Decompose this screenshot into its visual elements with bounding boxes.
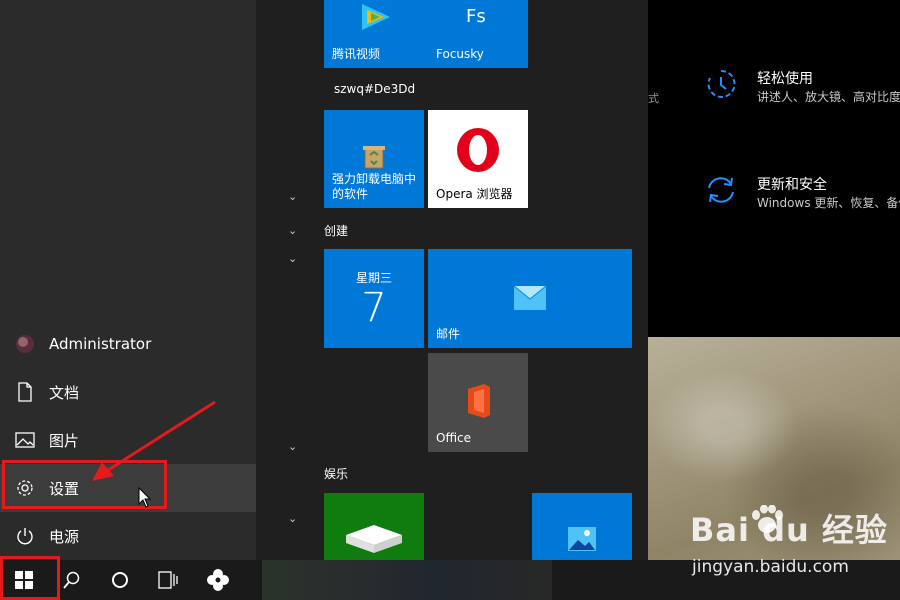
focusky-icon: Fs (466, 6, 486, 27)
tile-group-header[interactable]: szwq#De3Dd (334, 82, 415, 96)
collapse-chevron-icon[interactable]: ⌄ (288, 224, 297, 237)
xbox-console-icon (346, 525, 402, 553)
rail-item-user[interactable]: Administrator (0, 320, 256, 368)
rail-item-pictures[interactable]: 图片 (0, 416, 256, 464)
rail-label-pictures: 图片 (49, 431, 80, 450)
tile-xbox[interactable] (324, 493, 424, 560)
settings-item-title: 轻松使用 (757, 71, 813, 87)
rail-item-power[interactable]: 电源 (0, 512, 256, 560)
tile-office[interactable]: Office (428, 353, 528, 452)
rail-label-power: 电源 (49, 527, 80, 546)
cortana-button[interactable] (96, 560, 144, 600)
picture-icon (14, 429, 36, 451)
collapse-chevron-icon[interactable]: ⌄ (288, 512, 297, 525)
tile-focusky[interactable]: Fs Focusky (428, 0, 528, 68)
tile-label: 邮件 (436, 327, 461, 341)
settings-item-title: 更新和安全 (757, 177, 827, 193)
opera-logo-icon (457, 128, 499, 172)
recycle-bin-icon (363, 146, 385, 169)
tile-label: Office (436, 431, 472, 445)
collapse-chevron-icon[interactable]: ⌄ (288, 190, 297, 203)
search-icon (63, 571, 80, 589)
update-sync-icon (708, 177, 734, 203)
tile-label: 腾讯视频 (332, 47, 381, 61)
tile-label: Focusky (436, 47, 484, 61)
task-view-button[interactable] (144, 560, 192, 600)
calendar-weekday: 星期三 (355, 271, 392, 285)
tile-photos[interactable] (532, 493, 632, 560)
tile-calendar[interactable]: 星期三 7 (324, 249, 424, 348)
clipped-text: 式 (648, 92, 659, 105)
tile-opera[interactable]: Opera 浏览器 (428, 110, 528, 208)
rail-item-documents[interactable]: 文档 (0, 368, 256, 416)
task-view-icon (158, 571, 178, 589)
tile-label: 强力卸载电脑中的软件 (332, 172, 417, 201)
user-avatar-icon (14, 333, 36, 355)
tile-group-header[interactable]: 创建 (324, 222, 348, 239)
collapse-chevron-icon[interactable]: ⌄ (288, 252, 297, 265)
highlight-box-start (0, 556, 60, 600)
tile-label: Opera 浏览器 (436, 187, 513, 201)
pinned-app-button[interactable] (194, 560, 242, 600)
cortana-circle-icon (112, 572, 128, 588)
calendar-day: 7 (361, 285, 387, 331)
power-icon (14, 525, 36, 547)
tile-tencent-video[interactable]: 腾讯视频 (324, 0, 428, 68)
settings-item-desc: Windows 更新、恢复、备份 (757, 196, 900, 210)
tile-uninstaller[interactable]: 强力卸载电脑中的软件 (324, 110, 424, 208)
settings-window-background (648, 0, 900, 337)
baidu-jingyan-watermark: Bai du 经验 jingyan.baidu.com (690, 505, 895, 583)
pinwheel-app-icon (207, 569, 229, 591)
watermark-url: jingyan.baidu.com (692, 557, 849, 577)
document-icon (14, 381, 36, 403)
office-logo-icon (468, 384, 490, 418)
collapse-chevron-icon[interactable]: ⌄ (288, 440, 297, 453)
mail-envelope-icon (513, 285, 547, 310)
rail-label-user: Administrator (49, 335, 152, 353)
blurred-taskbar-apps (262, 560, 552, 600)
mouse-cursor-icon (138, 487, 152, 508)
ease-of-access-icon (707, 69, 736, 98)
tile-mail[interactable]: 邮件 (428, 249, 632, 348)
tencent-video-icon (362, 4, 390, 30)
photos-icon (568, 527, 596, 551)
watermark-brand: Bai du 经验 (690, 511, 888, 549)
settings-item-desc: 讲述人、放大镜、高对比度 (757, 90, 900, 104)
tile-group-header[interactable]: 娱乐 (324, 465, 348, 482)
rail-label-documents: 文档 (49, 383, 80, 402)
